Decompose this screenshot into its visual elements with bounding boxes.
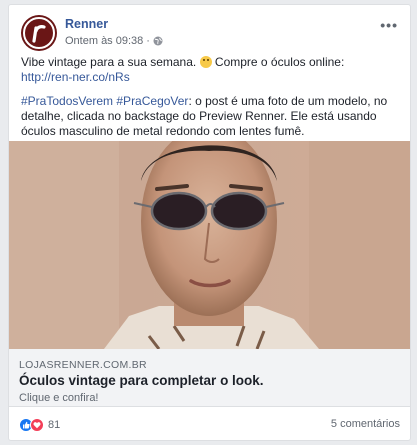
post-meta: Ontem às 09:38 ·	[65, 35, 163, 47]
post-card: Renner Ontem às 09:38 · ••• Vibe vintage…	[8, 4, 411, 441]
post-footer: 81 5 comentários	[9, 409, 410, 439]
timestamp[interactable]: Ontem às 09:38	[65, 35, 143, 47]
page-name[interactable]: Renner	[65, 17, 108, 31]
link-title[interactable]: Óculos vintage para completar o look.	[19, 373, 264, 388]
love-reaction-icon	[30, 418, 44, 432]
post-text: Vibe vintage para a sua semana. Compre o…	[21, 55, 398, 148]
link-preview[interactable]: LOJASRENNER.COM.BR Óculos vintage para c…	[9, 349, 410, 407]
post-line-2: #PraTodosVerem #PraCegoVer: o post é uma…	[21, 94, 398, 139]
more-options-button[interactable]: •••	[380, 17, 398, 33]
post-line-1: Vibe vintage para a sua semana. Compre o…	[21, 55, 398, 85]
post-line-1-text-b: Compre o óculos online:	[211, 55, 345, 69]
link-subtitle: Clique e confira!	[19, 392, 99, 404]
post-line-1-text: Vibe vintage para a sua semana.	[21, 55, 200, 69]
separator: ·	[146, 35, 150, 47]
avatar[interactable]	[21, 15, 57, 51]
comments-count-link[interactable]: 5 comentários	[331, 418, 400, 430]
link-domain: LOJASRENNER.COM.BR	[19, 359, 147, 371]
hashtags-link[interactable]: #PraTodosVerem #PraCegoVer	[21, 94, 188, 108]
reactions-summary[interactable]: 81	[19, 418, 60, 432]
model-photo-image	[9, 141, 410, 349]
post-header: Renner Ontem às 09:38 · •••	[21, 15, 398, 51]
globe-icon	[153, 36, 163, 46]
post-url-link[interactable]: http://ren-ner.co/nRs	[21, 70, 130, 84]
reaction-count: 81	[48, 419, 61, 431]
post-photo[interactable]	[9, 141, 410, 349]
smile-emoji-icon	[199, 56, 212, 68]
renner-logo-icon	[23, 17, 55, 49]
